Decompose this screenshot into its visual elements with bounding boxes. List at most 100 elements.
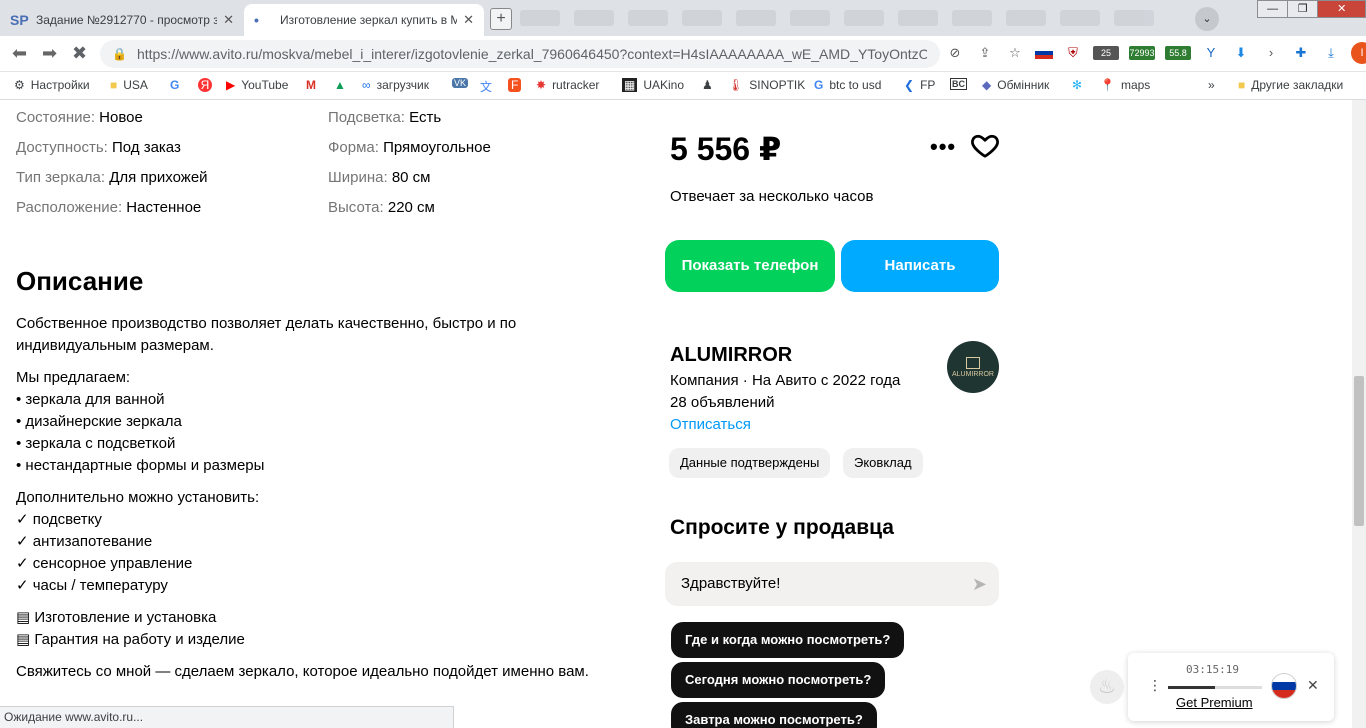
bookmark-vk[interactable]: VK (452, 78, 474, 88)
more-options-icon[interactable]: ••• (930, 134, 956, 160)
quick-question-button[interactable]: Где и когда можно посмотреть? (671, 622, 905, 658)
player-progress[interactable] (1168, 686, 1262, 689)
f-icon: F (508, 78, 522, 92)
bookmark-yandex[interactable]: Я (198, 78, 218, 92)
bookmark-star-icon[interactable]: ☆ (1005, 42, 1025, 64)
quick-question-button[interactable]: Сегодня можно посмотреть? (671, 662, 886, 698)
yandex-icon: Я (198, 78, 212, 92)
bookmark-google[interactable]: G (170, 78, 185, 92)
tab-close-icon[interactable]: ✕ (463, 12, 474, 28)
param-value: Для прихожей (105, 169, 208, 186)
send-icon[interactable]: ➤ (972, 562, 987, 606)
bookmark-obminnik[interactable]: ◆ Обмінник (982, 78, 1049, 92)
seller-avatar[interactable]: ALUMIRROR (947, 341, 999, 393)
page-scrollbar[interactable] (1352, 100, 1366, 728)
tab-zadanie[interactable]: SP Задание №2912770 - просмотр з ✕ (0, 4, 244, 36)
ext-count-badge[interactable]: 25 (1093, 46, 1119, 60)
bookmark-zagruzchik[interactable]: ∞ загрузчик (362, 78, 429, 92)
maximize-icon[interactable]: ❐ (1287, 0, 1319, 18)
bookmark-rutracker[interactable]: ✸ rutracker (536, 78, 599, 92)
bookmark-bc[interactable]: BC (950, 78, 973, 90)
share-icon[interactable]: ⇪ (975, 42, 995, 64)
window-controls: — ❐ ✕ (1257, 0, 1366, 20)
window-close-icon[interactable]: ✕ (1317, 0, 1366, 18)
russia-flag-icon[interactable] (1035, 47, 1053, 59)
bookmark-uakino[interactable]: ▦ UAKino (622, 78, 684, 92)
verified-chip[interactable]: Данные подтверждены (669, 448, 831, 478)
folder-icon: ■ (1238, 78, 1246, 92)
downloads-icon[interactable]: ⤓ (1321, 42, 1341, 64)
bookmark-youtube[interactable]: ▶ YouTube (226, 78, 288, 92)
btc-price-badge[interactable]: 72993 (1129, 46, 1155, 60)
download-ext-icon[interactable]: ⬇ (1231, 42, 1251, 64)
terminal-icon[interactable]: › (1261, 42, 1281, 64)
description-heading: Описание (16, 266, 144, 296)
list-item: ▤ Гарантия на работу и изделие (16, 631, 245, 648)
rutracker-icon: ✸ (536, 78, 547, 92)
quick-question-button[interactable]: Завтра можно посмотреть? (671, 702, 877, 728)
ask-message-input[interactable]: Здравствуйте! ➤ (665, 562, 999, 606)
bookmark-label: YouTube (241, 78, 289, 92)
offer-title: Мы предлагаем: (16, 369, 131, 386)
favorite-heart-icon[interactable] (970, 130, 1000, 160)
description-intro: Собственное производство позволяет делат… (16, 315, 517, 354)
vpn-icon[interactable]: Y (1201, 42, 1221, 64)
player-close-icon[interactable]: ✕ (1307, 677, 1319, 694)
ltc-price-badge[interactable]: 55.8 (1165, 46, 1191, 60)
bookmark-person[interactable]: ♟ (702, 78, 719, 92)
bookmark-f[interactable]: F (508, 78, 527, 92)
profile-avatar[interactable]: I (1351, 42, 1366, 64)
new-tab-button[interactable]: + (490, 8, 512, 30)
bookmark-label: FP (920, 78, 936, 92)
bookmark-btc-to-usd[interactable]: Gbtc to usd (814, 78, 881, 92)
bookmark-translate[interactable]: 文 (480, 78, 498, 95)
forward-icon[interactable]: ➡ (42, 43, 57, 64)
google-icon: G (170, 78, 180, 92)
bookmark-fp[interactable]: ❮ FP (904, 78, 935, 92)
bookmark-settings[interactable]: ⚙ Настройки (14, 78, 90, 92)
bookmark-drive[interactable]: ▲ (334, 78, 352, 92)
russia-flag-icon[interactable] (1271, 673, 1297, 699)
show-phone-button[interactable]: Показать телефон (665, 240, 835, 292)
puzzle-icon[interactable]: ✚ (1291, 42, 1311, 64)
param-backlight: Подсветка: Есть (328, 109, 441, 126)
scrollbar-thumb[interactable] (1354, 376, 1364, 526)
tab-close-icon[interactable]: ✕ (223, 12, 234, 28)
param-placement: Расположение: Настенное (16, 199, 201, 216)
fire-icon[interactable]: ♨ (1090, 670, 1124, 704)
camera-blocked-icon[interactable]: ⊘ (945, 42, 965, 64)
bookmark-sinoptik[interactable]: 🌡 SINOPTIK (728, 78, 805, 92)
minimize-icon[interactable]: — (1257, 0, 1289, 18)
get-premium-link[interactable]: Get Premium (1176, 695, 1253, 710)
lock-icon[interactable]: 🔒 (112, 47, 127, 61)
seller-listings-count[interactable]: 28 объявлений (670, 394, 775, 411)
ecodeposit-chip[interactable]: Эковклад (843, 448, 923, 478)
player-menu-icon[interactable]: ⋮ (1148, 677, 1162, 694)
param-value: Настенное (122, 199, 202, 216)
snowflake-icon: ✻ (1072, 78, 1083, 92)
gmail-icon: M (306, 78, 316, 92)
bookmark-snowflake[interactable]: ✻ (1072, 78, 1088, 92)
bookmark-label: UAKino (643, 78, 685, 92)
param-width: Ширина: 80 см (328, 169, 431, 186)
write-message-button[interactable]: Написать (841, 240, 999, 292)
unsubscribe-link[interactable]: Отписаться (670, 416, 751, 433)
other-bookmarks[interactable]: ■ Другие закладки (1238, 78, 1343, 92)
tab-search-icon[interactable]: ⌄ (1195, 7, 1219, 31)
bookmark-maps[interactable]: 📍 maps (1100, 78, 1150, 92)
gear-icon: ⚙ (14, 78, 25, 92)
ask-seller-heading: Спросите у продавца (670, 516, 894, 539)
stop-icon[interactable]: ✖ (72, 43, 87, 64)
back-icon[interactable]: ⬅ (12, 43, 27, 64)
address-bar[interactable]: 🔒 https://www.avito.ru/moskva/mebel_i_in… (100, 40, 940, 68)
shield-ext-icon[interactable]: ⛨ (1063, 42, 1083, 64)
bookmark-gmail[interactable]: M (306, 78, 322, 92)
bookmarks-overflow[interactable]: » (1208, 78, 1215, 92)
bookmark-label: rutracker (552, 78, 600, 92)
bookmark-usa[interactable]: ■ USA (110, 78, 148, 92)
list-item: • дизайнерские зеркала (16, 413, 182, 430)
uakino-icon: ▦ (622, 78, 638, 92)
tab-avito[interactable]: • Изготовление зеркал купить в Мо ✕ (244, 4, 484, 36)
seller-name[interactable]: ALUMIRROR (670, 344, 792, 367)
list-item: ✓ сенсорное управление (16, 555, 193, 572)
